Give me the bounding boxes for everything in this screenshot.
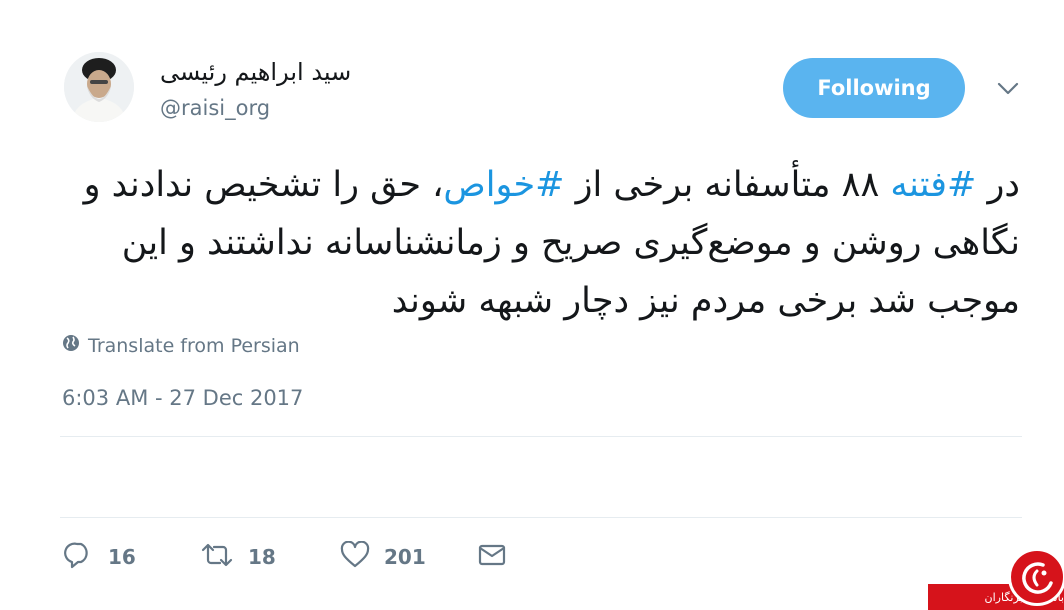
- tweet-text-segment: در: [976, 165, 1021, 205]
- divider: [60, 436, 1022, 437]
- avatar[interactable]: [64, 52, 134, 122]
- envelope-icon: [478, 543, 506, 572]
- reply-count: 16: [108, 545, 136, 569]
- like-button[interactable]: 201: [340, 540, 426, 574]
- translate-label: Translate from Persian: [88, 334, 300, 357]
- tweet-text-segment: ۸۸ متأسفانه برخی از: [564, 165, 891, 205]
- reply-icon: [64, 541, 94, 574]
- like-count: 201: [384, 545, 426, 569]
- divider: [60, 517, 1022, 518]
- hashtag-link[interactable]: #فتنه: [890, 165, 976, 205]
- direct-message-button[interactable]: [478, 540, 506, 574]
- retweet-count: 18: [248, 545, 276, 569]
- retweet-button[interactable]: 18: [200, 540, 276, 574]
- tweet-text: در #فتنه ۸۸ متأسفانه برخی از #خواص، حق ر…: [60, 156, 1020, 330]
- hashtag-link[interactable]: #خواص: [443, 165, 564, 205]
- timestamp[interactable]: 6:03 AM - 27 Dec 2017: [62, 386, 303, 410]
- globe-icon: [62, 334, 80, 357]
- reply-button[interactable]: 16: [64, 540, 136, 574]
- heart-icon: [340, 540, 370, 574]
- retweet-icon: [200, 541, 234, 574]
- watermark-logo-icon: [1008, 548, 1064, 606]
- profile-photo: [64, 52, 134, 122]
- translate-link[interactable]: Translate from Persian: [62, 334, 300, 357]
- following-button[interactable]: Following: [783, 58, 965, 118]
- handle[interactable]: @raisi_org: [160, 96, 270, 120]
- display-name[interactable]: سید ابراهیم رئیسی: [160, 58, 351, 86]
- watermark: باشگاه خبرنگاران: [928, 548, 1064, 610]
- chevron-down-icon[interactable]: [994, 78, 1022, 100]
